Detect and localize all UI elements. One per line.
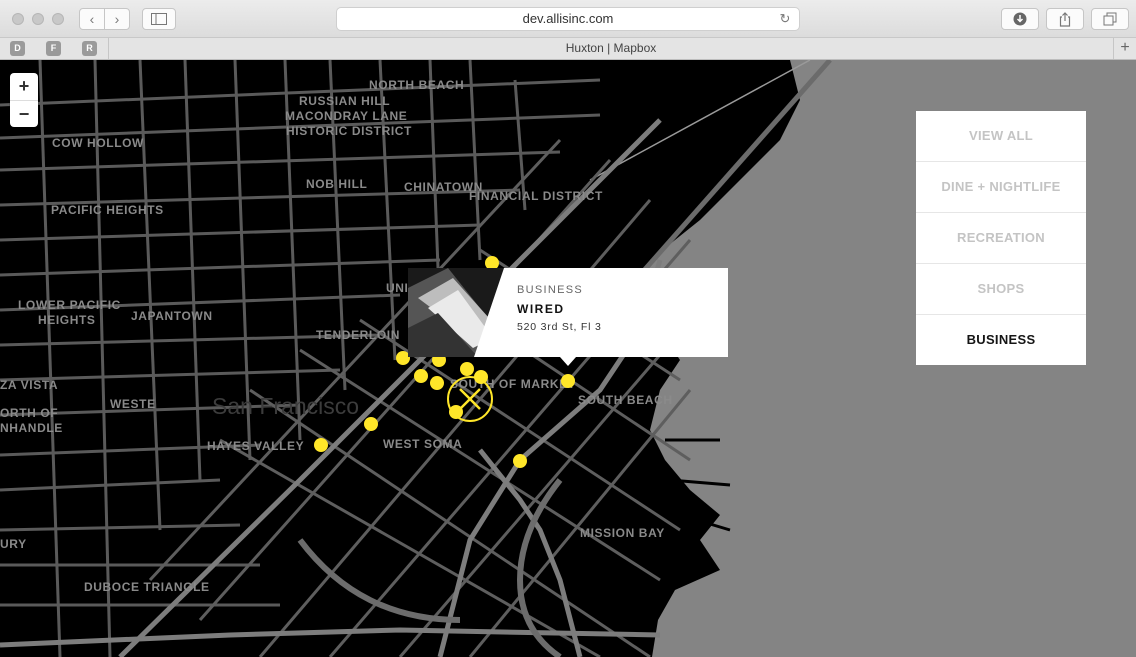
label-south-of-market: SOUTH OF MARKET	[450, 377, 576, 391]
label-ury: URY	[0, 537, 27, 551]
filter-shops[interactable]: SHOPS	[916, 264, 1086, 315]
plus-icon: +	[1120, 39, 1130, 56]
filter-view-all[interactable]: VIEW ALL	[916, 111, 1086, 162]
place-address: 520 3rd St, Fl 3	[517, 321, 602, 333]
download-icon	[1013, 12, 1027, 26]
back-button[interactable]: ‹	[79, 8, 105, 30]
label-heights: HEIGHTS	[38, 313, 96, 327]
chevron-right-icon: ›	[114, 11, 120, 27]
label-hayes-valley: HAYES VALLEY	[207, 439, 305, 453]
label-lower-pacific: LOWER PACIFIC	[18, 298, 121, 312]
filter-recreation[interactable]: RECREATION	[916, 213, 1086, 264]
label-tenderloin: TENDERLOIN	[316, 328, 400, 342]
address-bar[interactable]: dev.allisinc.com ↻	[336, 7, 800, 31]
downloads-button[interactable]	[1001, 8, 1039, 30]
zoom-in-button[interactable]: +	[10, 73, 38, 100]
label-mission-bay: MISSION BAY	[580, 526, 665, 540]
label-pacific-heights: PACIFIC HEIGHTS	[51, 203, 164, 217]
zoom-control: + −	[10, 73, 38, 127]
tab-bar: D F R Huxton | Mapbox +	[0, 38, 1136, 60]
label-russian-hill: RUSSIAN HILL	[299, 94, 391, 108]
place-name: WIRED	[517, 302, 565, 316]
tabs-icon	[1103, 12, 1117, 26]
label-nob-hill: NOB HILL	[306, 177, 368, 191]
tab-active[interactable]: Huxton | Mapbox	[108, 38, 1114, 59]
filter-dine-nightlife[interactable]: DINE + NIGHTLIFE	[916, 162, 1086, 213]
window-minimize-button[interactable]	[32, 13, 44, 25]
label-south-beach: SOUTH BEACH	[578, 393, 673, 407]
category-filter-menu: VIEW ALL DINE + NIGHTLIFE RECREATION SHO…	[916, 111, 1086, 365]
chevron-left-icon: ‹	[89, 11, 95, 27]
label-cow-hollow: COW HOLLOW	[52, 136, 144, 150]
label-financial-district: FINANCIAL DISTRICT	[469, 189, 603, 203]
label-historic-district: HISTORIC DISTRICT	[286, 124, 412, 138]
label-orth-of: ORTH OF	[0, 406, 59, 420]
place-category: BUSINESS	[517, 284, 584, 296]
reload-icon[interactable]: ↻	[777, 11, 793, 27]
place-popup[interactable]: BUSINESS WIRED 520 3rd St, Fl 3	[408, 268, 728, 366]
favorite-f[interactable]: F	[46, 41, 61, 56]
tabs-overview-button[interactable]	[1091, 8, 1129, 30]
window-zoom-button[interactable]	[52, 13, 64, 25]
popup-pointer	[560, 357, 576, 366]
sidebar-toggle-button[interactable]	[142, 8, 176, 30]
popup-slant	[474, 268, 504, 357]
share-button[interactable]	[1046, 8, 1084, 30]
label-weste: WESTE	[110, 397, 156, 411]
forward-button[interactable]: ›	[104, 8, 130, 30]
label-san-francisco: San Francisco	[212, 393, 360, 419]
favorite-d[interactable]: D	[10, 41, 25, 56]
label-duboce-triangle: DUBOCE TRIANGLE	[84, 580, 210, 594]
label-za-vista: ZA VISTA	[0, 378, 59, 392]
label-north-beach: NORTH BEACH	[369, 78, 465, 92]
zoom-out-button[interactable]: −	[10, 100, 38, 127]
label-japantown: JAPANTOWN	[131, 309, 213, 323]
filter-business[interactable]: BUSINESS	[916, 315, 1086, 366]
map-canvas[interactable]: NORTH BEACH RUSSIAN HILL MACONDRAY LANE …	[0, 60, 1136, 657]
browser-toolbar: ‹ › dev.allisinc.com ↻	[0, 0, 1136, 38]
favorite-r[interactable]: R	[82, 41, 97, 56]
url-text: dev.allisinc.com	[522, 11, 614, 26]
sidebar-icon	[151, 13, 167, 25]
new-tab-button[interactable]: +	[1114, 38, 1136, 59]
window-close-button[interactable]	[12, 13, 24, 25]
share-icon	[1059, 12, 1071, 27]
label-nhandle: NHANDLE	[0, 421, 63, 435]
label-macondray-lane: MACONDRAY LANE	[285, 109, 408, 123]
label-union: UNI	[386, 281, 409, 295]
label-west-soma: WEST SOMA	[383, 437, 463, 451]
